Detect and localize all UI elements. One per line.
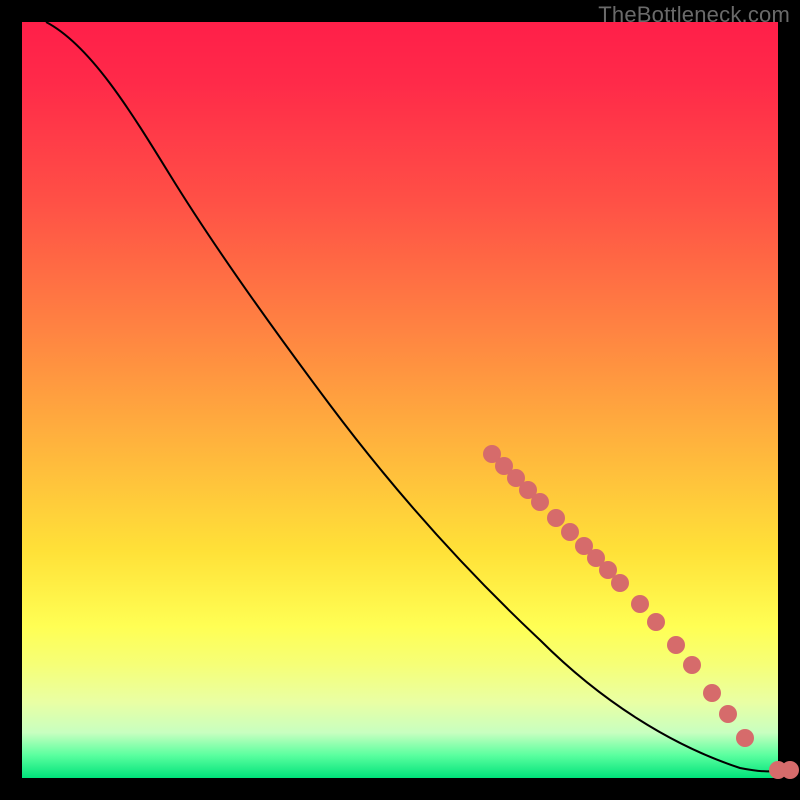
- watermark-text: TheBottleneck.com: [598, 2, 790, 28]
- chart-plot-area: [22, 22, 778, 778]
- marker-dot: [781, 761, 799, 779]
